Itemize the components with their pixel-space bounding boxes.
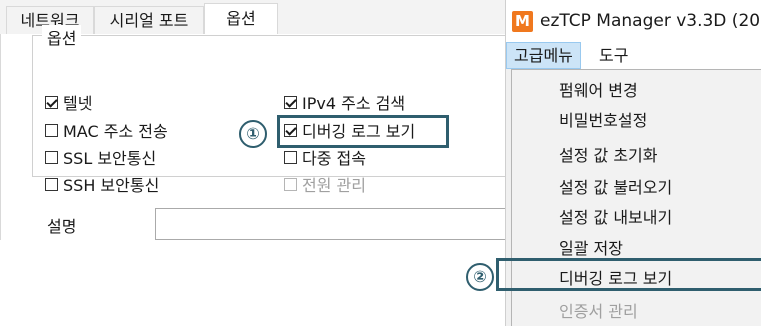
menu-bar: 고급메뉴 도구: [506, 42, 761, 69]
mac-address-send-checkbox[interactable]: MAC 주소 전송: [45, 119, 168, 141]
checkbox-box[interactable]: [45, 150, 58, 164]
power-management-label: 전원 관리: [302, 176, 366, 195]
options-group-title: 옵션: [42, 25, 82, 49]
menu-item-password-settings[interactable]: 비밀번호설정: [559, 107, 647, 131]
ssh-security-checkbox[interactable]: SSH 보안통신: [45, 173, 159, 195]
menu-item-firmware-change[interactable]: 펌웨어 변경: [559, 77, 638, 101]
multi-connection-checkbox[interactable]: 다중 접속: [284, 146, 366, 168]
checkbox-box[interactable]: [284, 150, 297, 164]
menu-item-load-settings[interactable]: 설정 값 불러오기: [559, 174, 672, 198]
tab-serial-port[interactable]: 시리얼 포트: [94, 6, 204, 34]
multi-connection-label: 다중 접속: [302, 149, 366, 168]
ssl-security-label: SSL 보안통신: [63, 149, 157, 168]
menu-item-certificate-management: 인증서 관리: [559, 302, 638, 321]
window-title: ezTCP Manager v3.3D (2018/: [540, 11, 761, 31]
checkbox-box[interactable]: [284, 95, 297, 109]
tab-options[interactable]: 옵션: [204, 3, 278, 35]
ssl-security-checkbox[interactable]: SSL 보안통신: [45, 146, 156, 168]
checkbox-box[interactable]: [45, 123, 58, 137]
menu-item-reset-settings[interactable]: 설정 값 초기화: [559, 142, 658, 166]
menu-item-batch-save[interactable]: 일괄 저장: [559, 235, 623, 259]
checkbox-box[interactable]: [45, 95, 58, 109]
options-panel: 네트워크 시리얼 포트 옵션 옵션 텔넷 MAC 주소 전송 SSL 보안통신 …: [0, 0, 515, 326]
debug-log-highlight-box: [277, 115, 449, 148]
menu-advanced[interactable]: 고급메뉴: [506, 42, 581, 69]
step-1-badge: ①: [239, 120, 267, 148]
ssh-security-label: SSH 보안통신: [63, 176, 160, 195]
telnet-label: 텔넷: [63, 94, 93, 113]
checkbox-box: [284, 177, 297, 191]
checkbox-box[interactable]: [45, 177, 58, 191]
menu-tools[interactable]: 도구: [592, 42, 635, 69]
menu-item-export-settings[interactable]: 설정 값 내보내기: [559, 204, 672, 228]
ipv4-search-checkbox[interactable]: IPv4 주소 검색: [284, 91, 405, 113]
ipv4-search-label: IPv4 주소 검색: [302, 94, 406, 113]
description-input[interactable]: [155, 208, 514, 240]
power-management-checkbox: 전원 관리: [284, 173, 366, 195]
debug-log-menu-highlight-box: [496, 258, 761, 291]
mac-address-send-label: MAC 주소 전송: [63, 122, 168, 141]
title-bar: M ezTCP Manager v3.3D (2018/: [506, 0, 761, 43]
step-2-badge: ②: [466, 263, 494, 291]
app-logo-icon: M: [512, 11, 533, 32]
description-label: 설명: [47, 217, 77, 236]
telnet-checkbox[interactable]: 텔넷: [45, 91, 92, 113]
